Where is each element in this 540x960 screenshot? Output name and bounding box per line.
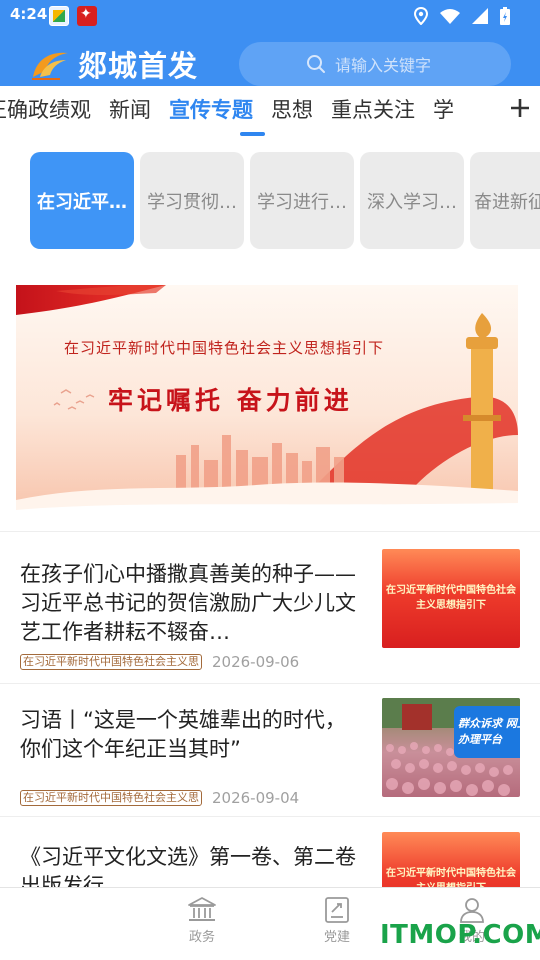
news-item[interactable]: 在孩子们心中播撒真善美的种子——习近平总书记的贺信激励广大少儿文艺工作者耕耘不辍… [0, 532, 540, 683]
app-name: 郯城首发 [78, 49, 199, 83]
news-meta: 在习近平新时代中国特色社会主义思 2026-09-06 [20, 653, 299, 671]
nav-label: 党建 [323, 930, 350, 945]
app-logo: 郯城首发 [30, 44, 198, 84]
news-tag: 在习近平新时代中国特色社会主义思 [20, 790, 202, 806]
news-tag: 在习近平新时代中国特色社会主义思 [20, 654, 202, 670]
status-time: 4:24 [10, 5, 48, 23]
search-icon [307, 55, 325, 73]
tab-correct-performance-view[interactable]: 正确政绩观 [0, 96, 91, 124]
nav-label: 政务 [188, 930, 215, 945]
banner-headline: 在习近平新时代中国特色社会主义思想指引下 [64, 339, 385, 357]
news-thumbnail: 在习近平新时代中国特色社会主义思想指引下 [382, 549, 520, 648]
tab-key-focus[interactable]: 重点关注 [331, 96, 415, 124]
plus-icon[interactable] [508, 96, 532, 120]
chip-topic-4[interactable]: 深入学习… [360, 152, 464, 249]
news-date: 2026-09-04 [212, 789, 300, 807]
thumbnail-caption: 在习近平新时代中国特色社会主义思想指引下 [386, 868, 516, 887]
app-icon [49, 6, 69, 26]
chip-topic-3[interactable]: 学习进行… [250, 152, 354, 249]
wifi-icon [440, 9, 460, 24]
thumbnail-caption: 在习近平新时代中国特色社会主义思想指引下 [386, 585, 516, 611]
category-tabs: 正确政绩观 新闻 宣传专题 思想 重点关注 学 [0, 86, 540, 140]
status-right-icons [414, 6, 510, 26]
news-title: 习语丨“这是一个英雄辈出的时代，你们这个年纪正当其时” [20, 708, 346, 761]
tab-thought[interactable]: 思想 [271, 96, 313, 124]
chip-topic-1[interactable]: 在习近平… [30, 152, 134, 249]
party-building-icon [325, 897, 349, 923]
logo-mark-icon [32, 52, 68, 80]
search-placeholder: 请输入关键字 [335, 56, 432, 75]
news-thumbnail: 群众诉求 网上办理平台 [382, 698, 520, 797]
news-date: 2026-09-06 [212, 653, 300, 671]
government-building-icon [188, 897, 216, 921]
topic-banner[interactable]: 在习近平新时代中国特色社会主义思想指引下 牢记嘱托 奋力前进 [16, 285, 518, 521]
tab-news[interactable]: 新闻 [109, 96, 151, 124]
news-thumbnail: 在习近平新时代中国特色社会主义思想指引下 [382, 832, 520, 887]
tab-publicity-topics[interactable]: 宣传专题 [169, 96, 253, 124]
news-app-icon [77, 6, 97, 26]
banner-slogan: 牢记嘱托 奋力前进 [108, 386, 353, 415]
app-header: 4:24 郯城首发 [0, 0, 540, 86]
watermark: ITMOP.COM [380, 920, 540, 950]
chip-topic-5[interactable]: 奋进新征 [470, 152, 540, 249]
news-title: 《习近平文化文选》第一卷、第二卷出版发行 [20, 845, 356, 887]
location-icon [414, 7, 428, 25]
news-meta: 在习近平新时代中国特色社会主义思 2026-09-04 [20, 789, 299, 807]
signal-icon [472, 8, 488, 24]
chip-topic-2[interactable]: 学习贯彻… [140, 152, 244, 249]
status-bar: 4:24 [0, 0, 540, 32]
subtopic-chips: 在习近平… 学习贯彻… 学习进行… 深入学习… 奋进新征 [0, 152, 540, 250]
news-item[interactable]: 习语丨“这是一个英雄辈出的时代，你们这个年纪正当其时” 在习近平新时代中国特色社… [0, 684, 540, 816]
news-item[interactable]: 《习近平文化文选》第一卷、第二卷出版发行 在习近平新时代中国特色社会主义思想指引… [0, 817, 540, 887]
active-tab-indicator [240, 132, 265, 136]
thumbnail-badge: 群众诉求 网上办理平台 [454, 706, 520, 758]
search-bar[interactable]: 请输入关键字 [239, 42, 511, 86]
nav-item-government[interactable]: 政务 [172, 896, 232, 945]
tab-study[interactable]: 学 [433, 96, 454, 124]
news-title: 在孩子们心中播撒真善美的种子——习近平总书记的贺信激励广大少儿文艺工作者耕耘不辍… [20, 562, 356, 644]
nav-item-party-building[interactable]: 党建 [307, 896, 367, 945]
battery-icon [500, 7, 510, 25]
